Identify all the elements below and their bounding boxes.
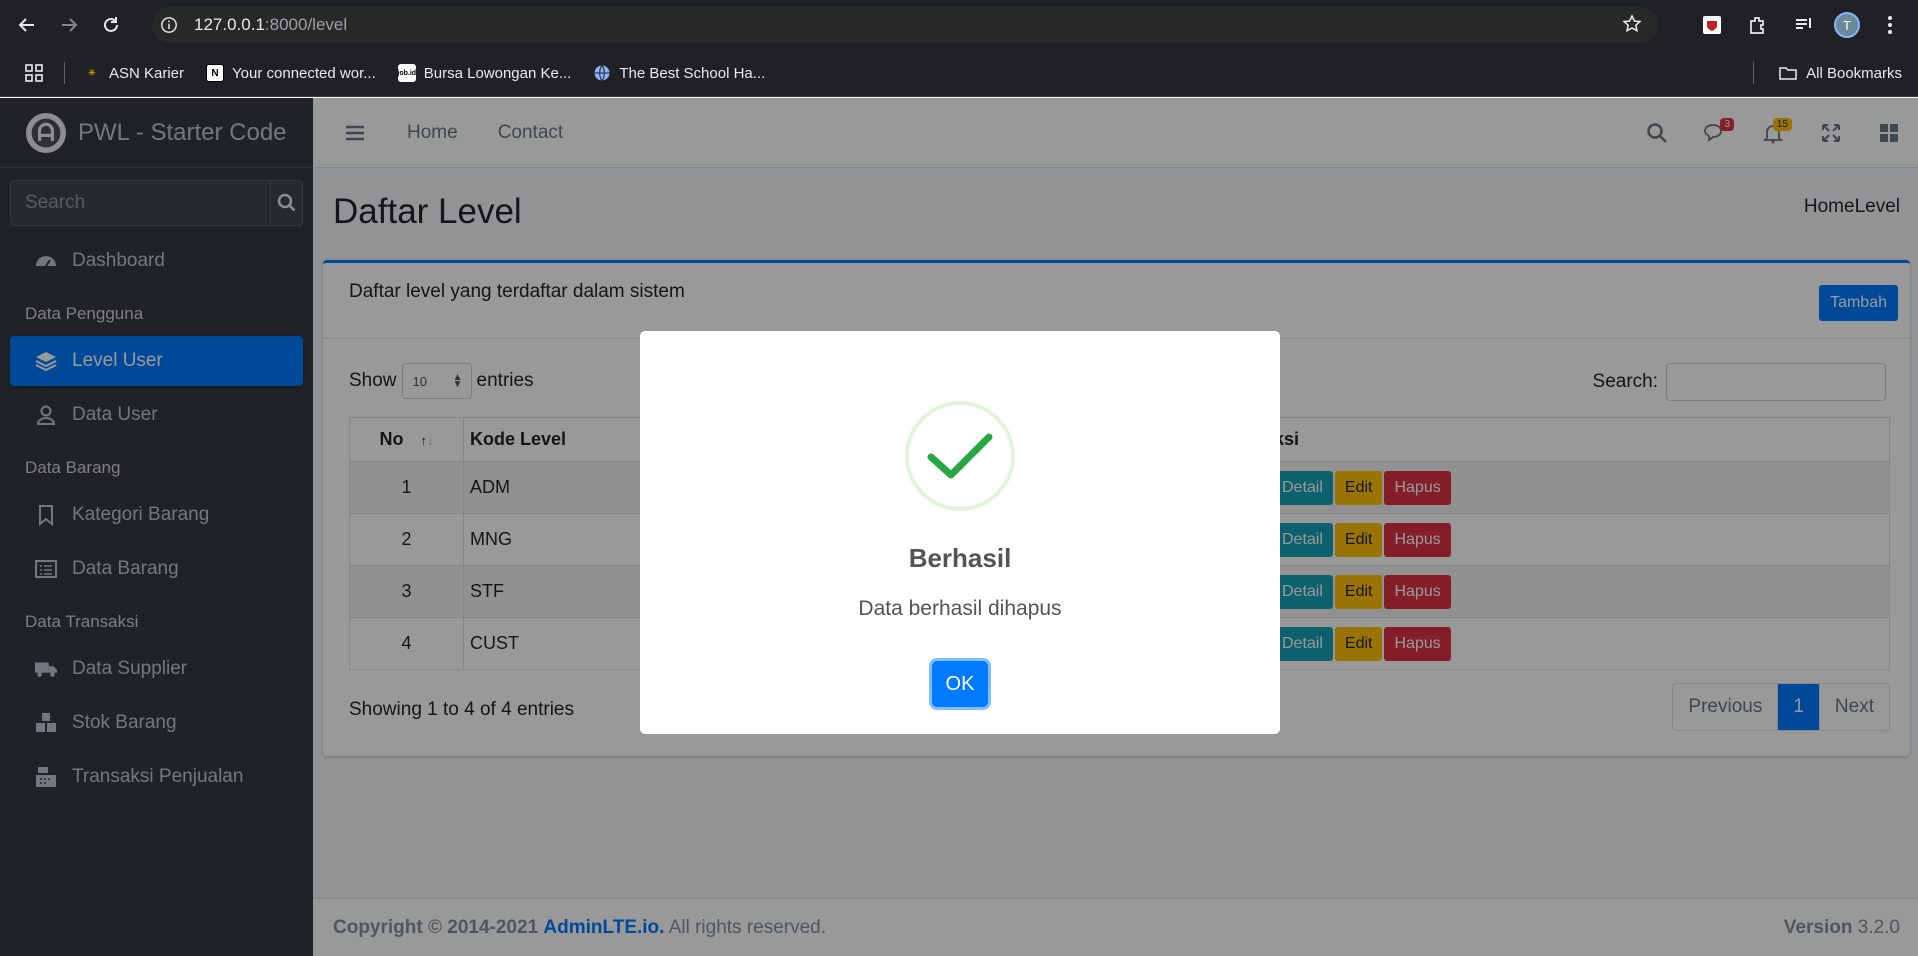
bookmark-asn-karier[interactable]: ✳ ASN Karier: [83, 64, 184, 82]
apps-grid-icon[interactable]: [24, 63, 44, 83]
jobid-icon: job.id: [397, 64, 416, 82]
back-button[interactable]: [8, 6, 46, 44]
notion-icon: N: [206, 64, 225, 82]
ok-button[interactable]: OK: [932, 661, 988, 707]
dialog-message: Data berhasil dihapus: [858, 597, 1062, 620]
arrow-left-icon: [18, 18, 34, 32]
reload-icon: [104, 17, 118, 32]
reload-button[interactable]: [92, 6, 130, 44]
extensions-puzzle-icon[interactable]: [1742, 9, 1774, 41]
bookmark-notion[interactable]: N Your connected wor...: [206, 64, 376, 82]
bookmarks-divider: [64, 62, 65, 84]
profile-avatar[interactable]: T: [1834, 12, 1860, 38]
kebab-menu-icon[interactable]: [1874, 9, 1906, 41]
bookmark-label: Your connected wor...: [232, 64, 376, 82]
success-dialog: Berhasil Data berhasil dihapus OK: [640, 331, 1280, 734]
bookmarks-bar: ✳ ASN Karier N Your connected wor... job…: [0, 50, 1918, 97]
forward-button[interactable]: [50, 6, 88, 44]
arrow-right-icon: [62, 18, 78, 32]
bookmark-label: Bursa Lowongan Ke...: [423, 64, 572, 82]
bookmarks-divider: [1753, 62, 1754, 84]
site-info-icon[interactable]: [158, 14, 180, 36]
bookmark-bursa-lowongan[interactable]: job.id Bursa Lowongan Ke...: [397, 64, 572, 82]
bookmark-label: ASN Karier: [109, 64, 185, 82]
folder-icon: [1779, 67, 1797, 80]
media-queue-icon[interactable]: [1788, 9, 1820, 41]
sparkle-icon: ✳: [87, 67, 97, 79]
bookmark-best-school[interactable]: The Best School Ha...: [593, 64, 765, 82]
all-bookmarks-button[interactable]: All Bookmarks: [1778, 63, 1902, 83]
url-text: 127.0.0.1:8000/level: [194, 15, 348, 34]
address-bar[interactable]: 127.0.0.1:8000/level: [152, 7, 1658, 43]
dialog-title: Berhasil: [908, 543, 1012, 573]
success-check-icon: [905, 401, 1015, 511]
globe-icon: [593, 64, 611, 82]
bookmark-label: The Best School Ha...: [619, 64, 766, 82]
browser-toolbar: 127.0.0.1:8000/level T: [0, 0, 1918, 50]
extension-shield-icon[interactable]: [1696, 9, 1728, 41]
bookmark-star-icon[interactable]: [1622, 14, 1642, 39]
all-bookmarks-label: All Bookmarks: [1806, 64, 1902, 82]
